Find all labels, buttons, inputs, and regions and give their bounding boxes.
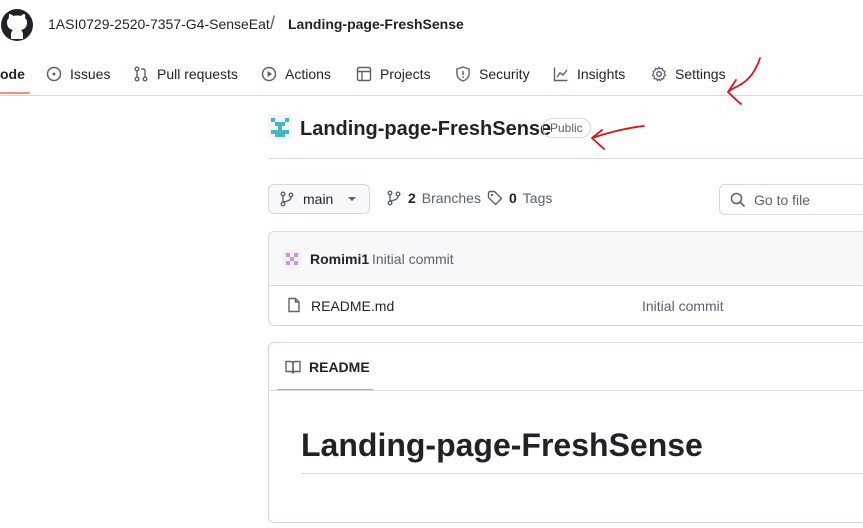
tab-projects[interactable]: Projects <box>356 56 431 92</box>
table-icon <box>356 66 372 82</box>
git-branch-icon <box>279 191 295 207</box>
avatar[interactable] <box>282 249 302 269</box>
github-logo-icon[interactable] <box>0 8 34 42</box>
branch-select-button[interactable]: main <box>268 184 370 214</box>
latest-commit-bar: Romimi1 Initial commit <box>269 232 863 286</box>
readme-tab[interactable]: README <box>285 359 370 375</box>
tab-pull-requests-label: Pull requests <box>157 66 238 82</box>
readme-panel: README Landing-page-FreshSense <box>268 342 863 523</box>
file-listing: Romimi1 Initial commit README.md Initial… <box>268 231 863 326</box>
breadcrumb-repo[interactable]: Landing-page-FreshSense <box>288 16 464 32</box>
git-branch-icon <box>386 190 402 206</box>
file-name[interactable]: README.md <box>311 298 394 314</box>
readme-heading-rule <box>301 473 863 474</box>
branches-label: Branches <box>421 190 481 206</box>
issue-opened-icon <box>46 66 62 82</box>
tab-actions-label: Actions <box>285 66 331 82</box>
tab-actions[interactable]: Actions <box>261 56 331 92</box>
git-pull-request-icon <box>133 66 149 82</box>
branches-link[interactable]: 2 Branches <box>386 190 481 206</box>
tab-projects-label: Projects <box>380 66 431 82</box>
tab-settings[interactable]: Settings <box>651 56 726 92</box>
triangle-down-icon <box>347 196 357 202</box>
tab-settings-label: Settings <box>675 66 726 82</box>
gear-icon <box>651 66 667 82</box>
tab-code-label: ode <box>0 66 25 82</box>
tab-pull-requests[interactable]: Pull requests <box>133 56 238 92</box>
commit-author[interactable]: Romimi1 <box>310 251 369 267</box>
tab-security-label: Security <box>479 66 530 82</box>
branch-name: main <box>303 191 334 207</box>
book-icon <box>285 359 301 375</box>
shield-icon <box>455 66 471 82</box>
title-divider <box>268 158 863 159</box>
readme-heading: Landing-page-FreshSense <box>301 427 703 463</box>
tag-icon <box>487 190 503 206</box>
file-commit-message[interactable]: Initial commit <box>642 298 724 314</box>
breadcrumb-owner[interactable]: 1ASI0729-2520-7357-G4-SenseEat <box>48 16 270 32</box>
tags-label: Tags <box>522 190 553 206</box>
readme-divider <box>269 390 863 391</box>
go-to-file-placeholder: Go to file <box>754 191 811 208</box>
graph-icon <box>553 66 569 82</box>
branches-count: 2 <box>408 190 416 206</box>
readme-tab-label: README <box>309 359 370 375</box>
visibility-badge: Public <box>542 118 591 138</box>
nav-divider <box>0 95 863 96</box>
tab-issues-label: Issues <box>70 66 111 82</box>
play-icon <box>261 66 277 82</box>
table-row[interactable]: README.md Initial commit <box>269 286 863 325</box>
tags-count: 0 <box>509 190 517 206</box>
active-tab-indicator <box>0 92 30 94</box>
repo-title[interactable]: Landing-page-FreshSense <box>300 118 551 141</box>
commit-message[interactable]: Initial commit <box>372 251 454 267</box>
search-icon <box>730 192 746 208</box>
tab-code[interactable]: ode <box>0 56 25 92</box>
tab-security[interactable]: Security <box>455 56 530 92</box>
repo-owner-avatar[interactable] <box>268 115 292 139</box>
repo-nav: ode Issues Pull requests Actions Project… <box>0 56 863 96</box>
go-to-file-input[interactable]: Go to file <box>719 184 863 215</box>
tab-insights[interactable]: Insights <box>553 56 625 92</box>
breadcrumb-separator: / <box>270 13 276 33</box>
tab-insights-label: Insights <box>577 66 626 82</box>
tags-link[interactable]: 0 Tags <box>487 190 552 206</box>
file-icon <box>286 297 302 313</box>
annotation-arrow-public <box>591 125 645 150</box>
tab-issues[interactable]: Issues <box>46 56 110 92</box>
